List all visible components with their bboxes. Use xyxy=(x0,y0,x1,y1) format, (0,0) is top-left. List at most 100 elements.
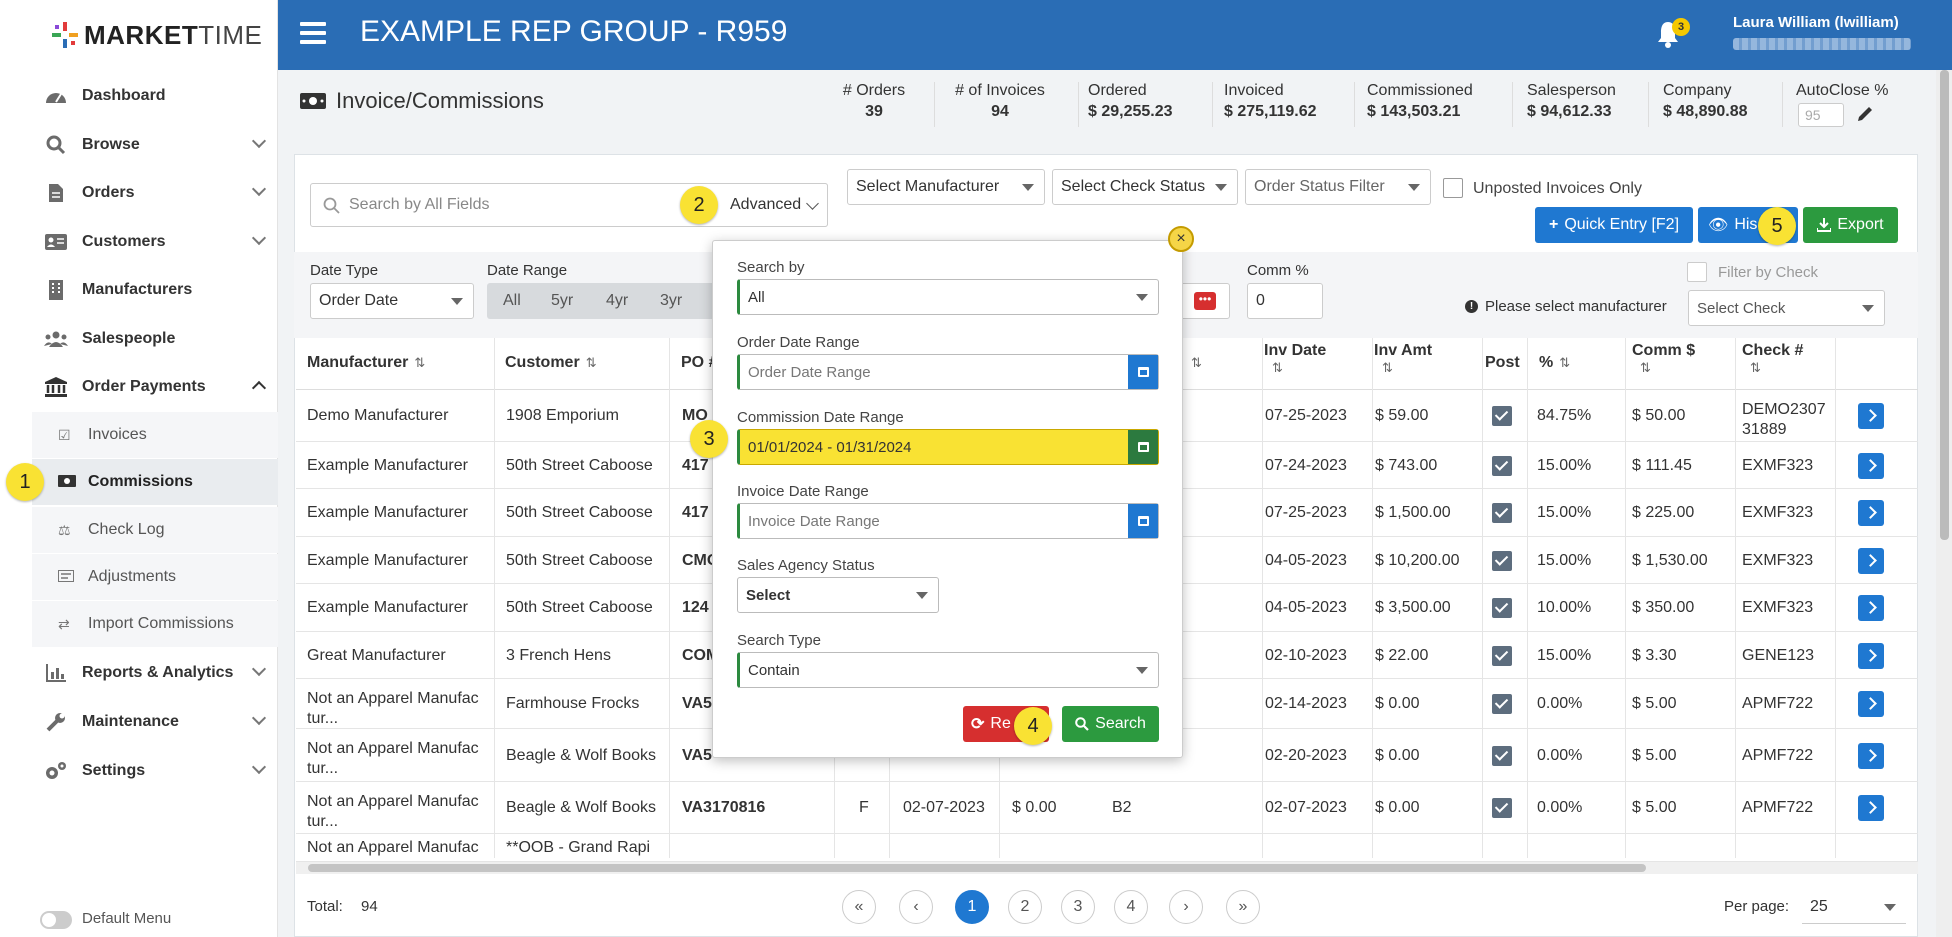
autoclose-input[interactable]: 95 xyxy=(1798,103,1844,127)
sidebar-item-import-commissions[interactable]: ⇄ Import Commissions xyxy=(32,601,278,647)
calendar-icon[interactable] xyxy=(1128,430,1158,464)
post-checkbox[interactable] xyxy=(1492,455,1512,476)
quick-entry-button[interactable]: + Quick Entry [F2] xyxy=(1535,207,1693,243)
order-status-select[interactable]: Order Status Filter xyxy=(1245,169,1431,205)
post-checkbox[interactable] xyxy=(1492,745,1512,766)
pencil-icon[interactable] xyxy=(1856,105,1874,123)
post-checkbox[interactable] xyxy=(1492,406,1512,426)
sidebar-item-browse[interactable]: Browse xyxy=(32,123,278,167)
cell-pct: 0.00% xyxy=(1537,695,1583,712)
range-all-button[interactable]: All xyxy=(503,292,521,310)
row-details-button[interactable] xyxy=(1858,547,1884,574)
user-name[interactable]: Laura William (lwilliam) xyxy=(1733,14,1899,31)
sidebar-item-maintenance[interactable]: Maintenance xyxy=(32,700,278,744)
first-page-button[interactable]: « xyxy=(842,890,876,924)
prev-page-button[interactable]: ‹ xyxy=(899,890,933,924)
col-customer[interactable]: Customer ⇅ xyxy=(505,354,597,372)
sidebar-item-check-log[interactable]: ⚖ Check Log xyxy=(32,507,278,553)
chevron-down-icon xyxy=(251,181,267,197)
col-post[interactable]: Post xyxy=(1485,354,1520,372)
notification-badge: 3 xyxy=(1672,18,1690,36)
row-details-button[interactable] xyxy=(1858,742,1884,769)
sidebar-item-orders[interactable]: Orders xyxy=(32,171,278,215)
table-row[interactable]: Not an Apparel Manufac tur... Beagle & Wo… xyxy=(296,782,1918,834)
row-details-button[interactable] xyxy=(1858,642,1884,669)
unposted-checkbox[interactable] xyxy=(1443,178,1463,198)
col-inv-amt[interactable]: Inv Amt ⇅ xyxy=(1374,342,1432,376)
manufacturer-select[interactable]: Select Manufacturer xyxy=(847,169,1045,205)
range-3yr-button[interactable]: 3yr xyxy=(660,292,682,310)
chevron-down-icon xyxy=(251,133,267,149)
sidebar-item-customers[interactable]: Customers xyxy=(32,220,278,264)
page-2-button[interactable]: 2 xyxy=(1008,890,1042,924)
marketime-logo[interactable]: MARKETTIME xyxy=(52,14,262,56)
col-inv-date[interactable]: Inv Date ⇅ xyxy=(1264,342,1326,376)
sidebar-item-commissions[interactable]: Commissions xyxy=(32,459,278,505)
check-status-select[interactable]: Select Check Status xyxy=(1052,169,1238,205)
sidebar-item-salespeople[interactable]: Salespeople xyxy=(32,317,278,361)
filter-by-check-checkbox[interactable] xyxy=(1687,262,1707,282)
sales-agency-status-select[interactable]: Select xyxy=(737,577,939,613)
horizontal-scrollbar[interactable] xyxy=(296,862,1918,874)
col-sort-partial[interactable]: ⇅ xyxy=(1185,354,1202,372)
post-checkbox[interactable] xyxy=(1492,503,1512,523)
sidebar-item-manufacturers[interactable]: Manufacturers xyxy=(32,268,278,312)
sidebar-item-order-payments[interactable]: Order Payments xyxy=(32,365,278,409)
cell-inv-amt: $ 22.00 xyxy=(1375,646,1429,664)
unposted-label: Unposted Invoices Only xyxy=(1473,180,1642,197)
page-4-button[interactable]: 4 xyxy=(1114,890,1148,924)
range-4yr-button[interactable]: 4yr xyxy=(606,292,628,310)
invoice-date-range-input[interactable]: Invoice Date Range xyxy=(737,503,1159,539)
sidebar-item-invoices[interactable]: ☑ Invoices xyxy=(32,412,278,458)
search-type-select[interactable]: Contain xyxy=(737,652,1159,688)
col-comm[interactable]: Comm $ ⇅ xyxy=(1632,342,1695,376)
vertical-scroll-thumb[interactable] xyxy=(1940,70,1949,540)
export-button[interactable]: Export xyxy=(1803,207,1898,243)
cell-customer: **OOB - Grand Rapi xyxy=(506,839,651,856)
next-page-button[interactable]: › xyxy=(1169,890,1203,924)
order-date-range-placeholder: Order Date Range xyxy=(748,363,871,381)
advanced-dropdown[interactable]: Advanced xyxy=(722,183,828,227)
select-check-dropdown[interactable]: Select Check xyxy=(1688,290,1885,326)
commission-date-range-input[interactable]: 01/01/2024 - 01/31/2024 xyxy=(737,429,1159,465)
post-checkbox[interactable] xyxy=(1492,694,1512,714)
order-date-range-input[interactable]: Order Date Range xyxy=(737,354,1159,390)
cell-comm: $ 5.00 xyxy=(1632,695,1677,712)
col-pct[interactable]: % ⇅ xyxy=(1539,354,1570,372)
sidebar-item-settings[interactable]: Settings xyxy=(32,749,278,793)
search-button[interactable]: Search xyxy=(1062,706,1159,742)
close-popover-icon[interactable]: × xyxy=(1168,226,1194,252)
ellipsis-icon[interactable]: ••• xyxy=(1194,292,1216,310)
calendar-icon[interactable] xyxy=(1128,504,1158,538)
post-checkbox[interactable] xyxy=(1492,645,1512,666)
col-manufacturer[interactable]: Manufacturer ⇅ xyxy=(307,354,425,372)
row-details-button[interactable] xyxy=(1858,595,1884,621)
col-check[interactable]: Check # ⇅ xyxy=(1742,342,1803,376)
table-row[interactable]: Not an Apparel Manufac **OOB - Grand Rapi xyxy=(296,834,1918,862)
page-3-button[interactable]: 3 xyxy=(1061,890,1095,924)
horizontal-scroll-thumb[interactable] xyxy=(308,864,1646,872)
row-details-button[interactable] xyxy=(1858,500,1884,526)
post-checkbox[interactable] xyxy=(1492,550,1512,571)
last-page-button[interactable]: » xyxy=(1226,890,1260,924)
sidebar-item-adjustments[interactable]: Adjustments xyxy=(32,554,278,600)
row-details-button[interactable] xyxy=(1858,691,1884,717)
hamburger-menu-icon[interactable] xyxy=(300,22,326,46)
default-menu-toggle[interactable] xyxy=(40,911,72,929)
row-details-button[interactable] xyxy=(1858,452,1884,479)
calendar-icon[interactable] xyxy=(1128,355,1158,389)
post-checkbox[interactable] xyxy=(1492,798,1512,818)
filter-by-check-label: Filter by Check xyxy=(1718,264,1819,281)
date-type-select[interactable]: Order Date xyxy=(310,283,474,319)
cell-inv-amt: $ 0.00 xyxy=(1375,799,1420,816)
post-checkbox[interactable] xyxy=(1492,598,1512,618)
sidebar-item-dashboard[interactable]: Dashboard xyxy=(32,74,278,118)
comm-pct-input[interactable]: 0 xyxy=(1247,283,1323,319)
row-details-button[interactable] xyxy=(1858,403,1884,429)
page-1-button[interactable]: 1 xyxy=(955,890,989,924)
sidebar-item-reports[interactable]: Reports & Analytics xyxy=(32,651,278,695)
search-by-select[interactable]: All xyxy=(737,279,1159,315)
range-5yr-button[interactable]: 5yr xyxy=(551,292,573,310)
row-details-button[interactable] xyxy=(1858,795,1884,821)
per-page-select[interactable]: 25 xyxy=(1802,890,1906,924)
